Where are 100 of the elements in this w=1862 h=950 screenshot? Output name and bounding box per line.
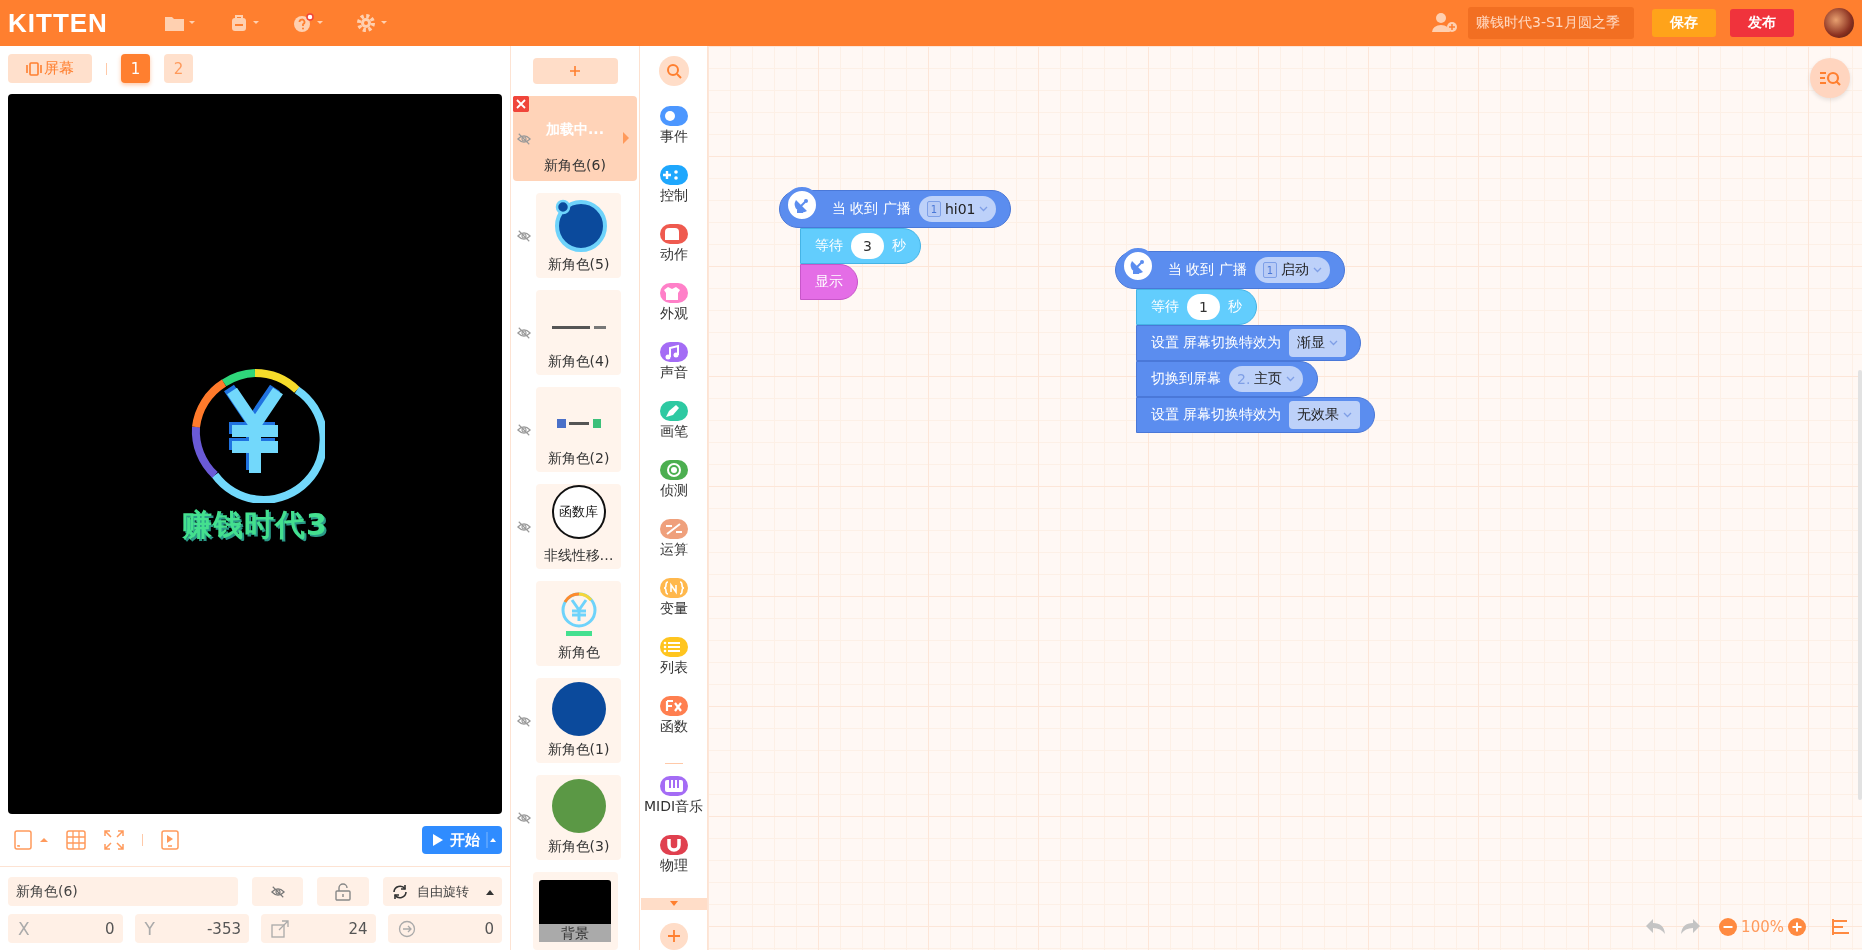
app-logo: KITTEN — [8, 7, 108, 39]
category-button[interactable]: 侦测 — [659, 459, 688, 519]
category-button[interactable]: 动作 — [659, 223, 688, 283]
block-label: 切换到屏幕 — [1151, 370, 1221, 388]
category-button[interactable]: 函数 — [659, 695, 688, 755]
block-label: 秒 — [891, 237, 906, 255]
field-label: X — [18, 918, 30, 939]
hidden-eye-icon[interactable] — [270, 884, 285, 899]
grid-icon[interactable] — [66, 830, 86, 850]
caret-icon — [1329, 340, 1339, 346]
category-button[interactable]: 外观 — [659, 282, 688, 342]
block-dropdown[interactable]: 无效果 — [1289, 401, 1361, 429]
redo-icon — [1679, 918, 1702, 936]
zoom-level: 100% — [1741, 918, 1784, 936]
sprite-card[interactable]: 函数库 非线性移… — [536, 484, 621, 570]
lock-toggle[interactable] — [317, 877, 370, 906]
sprite-name: 新角色(6) — [544, 157, 606, 176]
publish-button[interactable]: 发布 — [1730, 9, 1794, 37]
fullscreen-icon[interactable] — [104, 830, 124, 850]
scroll-down-button[interactable] — [640, 897, 707, 910]
category-button[interactable]: 列表 — [659, 636, 688, 696]
property-field[interactable]: Y -353 — [134, 914, 249, 943]
search-list-button[interactable] — [1810, 58, 1850, 98]
caret-icon — [486, 830, 496, 850]
lock-icon — [334, 882, 353, 901]
block-label: 显示 — [815, 273, 843, 291]
zoom-in-button[interactable] — [1788, 918, 1806, 936]
search-button[interactable] — [658, 56, 689, 86]
block-label: 当 收到 广播 — [832, 200, 911, 218]
thumbnail-drawing — [551, 326, 606, 330]
block-dropdown[interactable]: 1 hi01 — [918, 196, 997, 222]
block-label: 等待 — [815, 237, 843, 255]
category-button[interactable]: 事件 — [659, 105, 688, 165]
caret-icon — [379, 20, 388, 26]
category-button[interactable]: 画笔 — [659, 400, 688, 460]
expand-arrow-icon[interactable] — [623, 132, 629, 145]
property-field[interactable]: 0 — [387, 914, 502, 943]
add-collaborator-icon[interactable] — [1432, 12, 1458, 34]
number-input[interactable]: 1 — [1187, 294, 1220, 320]
property-field[interactable]: X 0 — [8, 914, 123, 943]
block-dropdown[interactable]: 2. 主页 — [1229, 366, 1304, 392]
category-button[interactable]: 物理 — [659, 834, 688, 894]
caret-icon[interactable] — [40, 837, 48, 843]
play-icon — [432, 833, 444, 847]
stage-title: 赚钱时代3 — [182, 505, 328, 544]
sprite-name: 新角色 — [557, 644, 600, 663]
sprite-name-field[interactable]: 新角色(6) — [8, 877, 238, 906]
event-block[interactable]: 当 收到 广播 1 启动 — [1115, 251, 1345, 289]
event-block[interactable]: 当 收到 广播 1 hi01 — [779, 190, 1012, 228]
play-screen-icon[interactable] — [161, 830, 179, 850]
hidden-eye-icon[interactable] — [517, 229, 531, 244]
sprite-card[interactable]: 新角色(5) — [536, 193, 621, 279]
search-list-icon — [1819, 70, 1841, 86]
property-field[interactable]: 24 — [261, 914, 376, 943]
sprite-card[interactable]: 新角色(3) — [536, 775, 621, 861]
caret-icon — [979, 206, 989, 212]
zoom-out-button[interactable] — [1719, 918, 1738, 936]
add-sprite-button[interactable] — [532, 58, 618, 85]
sprite-card[interactable]: 新角色 — [536, 581, 621, 667]
sprite-card[interactable]: 加载中... 新角色(6) — [513, 96, 637, 182]
code-block[interactable]: 切换到屏幕 2. 主页 — [1136, 361, 1319, 397]
visibility-toggle[interactable] — [251, 877, 304, 906]
hidden-eye-icon[interactable] — [517, 423, 531, 438]
align-blocks-button[interactable] — [1832, 919, 1850, 935]
block-label: 等待 — [1151, 298, 1179, 316]
caret-icon — [187, 20, 196, 26]
category-button[interactable]: 变量 — [659, 577, 688, 637]
category-button[interactable]: 声音 — [659, 341, 688, 401]
sprite-card[interactable]: 新角色(1) — [536, 678, 621, 764]
add-extension-button[interactable] — [659, 922, 688, 950]
hidden-eye-icon[interactable] — [517, 132, 531, 147]
index-badge: 1 — [926, 201, 941, 217]
sprite-card[interactable]: 新角色(2) — [536, 387, 621, 473]
block-label: 当 收到 广播 — [1168, 261, 1247, 279]
hidden-eye-icon[interactable] — [517, 811, 531, 826]
avatar[interactable] — [1824, 8, 1854, 38]
thumbnail-drawing — [556, 419, 601, 429]
code-block[interactable]: 等待 3 秒 — [800, 228, 921, 264]
background-card[interactable]: 背景 — [532, 872, 618, 950]
number-input[interactable]: 3 — [851, 233, 884, 259]
hidden-eye-icon[interactable] — [517, 520, 531, 535]
label-thumbnail: 函数库 — [551, 485, 606, 540]
code-block[interactable]: 等待 1 秒 — [1136, 289, 1257, 325]
hidden-eye-icon[interactable] — [517, 714, 531, 729]
block-dropdown[interactable]: 1 启动 — [1254, 257, 1330, 283]
caret-icon — [1286, 376, 1296, 382]
block-dropdown[interactable]: 渐显 — [1289, 329, 1347, 357]
code-block[interactable]: 设置 屏幕切换特效为 渐显 — [1136, 325, 1362, 361]
category-button[interactable]: MIDI音乐 — [643, 775, 704, 835]
rotation-mode-dropdown[interactable]: 自由旋转 — [383, 877, 502, 906]
category-button[interactable]: 控制 — [659, 164, 688, 224]
category-button[interactable]: 运算 — [659, 518, 688, 578]
device-frame-icon[interactable] — [14, 830, 32, 850]
field-value: 24 — [348, 919, 368, 938]
close-icon[interactable] — [513, 96, 529, 113]
code-block[interactable]: 设置 屏幕切换特效为 无效果 — [1136, 397, 1376, 433]
hidden-eye-icon[interactable] — [517, 326, 531, 341]
sprite-card[interactable]: 新角色(4) — [536, 290, 621, 376]
settings-icon — [355, 13, 378, 33]
caret-icon — [315, 20, 324, 26]
